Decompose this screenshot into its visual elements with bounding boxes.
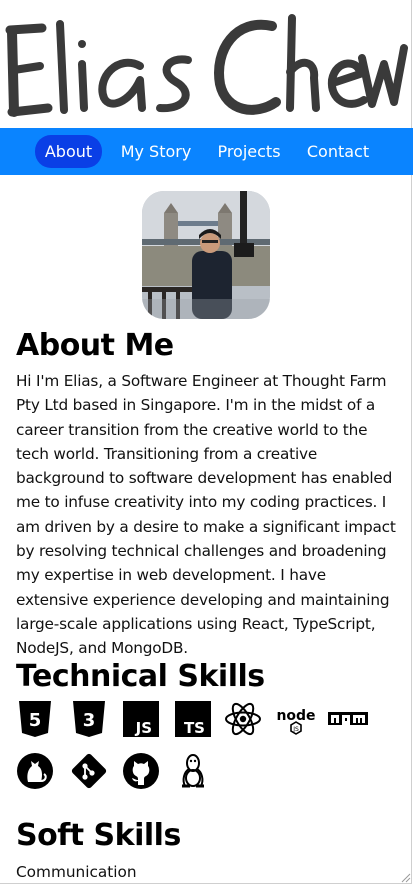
typescript-icon: TS <box>175 701 211 737</box>
nav-projects[interactable]: Projects <box>214 135 284 168</box>
linux-icon <box>182 754 204 788</box>
site-logo[interactable] <box>0 0 413 128</box>
soft-skills-heading: Soft Skills <box>16 818 181 853</box>
github-icon <box>123 753 159 789</box>
html5-icon: 5 <box>19 701 51 737</box>
nav-about[interactable]: About <box>35 135 102 168</box>
svg-text:JS: JS <box>292 726 299 733</box>
css3-icon: 3 <box>73 701 105 737</box>
nodejs-icon: node JS <box>276 708 316 735</box>
svg-text:JS: JS <box>135 719 152 737</box>
svg-text:3: 3 <box>83 710 96 731</box>
technical-skills-heading: Technical Skills <box>16 659 265 694</box>
nav-contact[interactable]: Contact <box>304 135 372 168</box>
main-nav: About My Story Projects Contact <box>0 128 413 175</box>
about-text: Hi I'm Elias, a Software Engineer at Tho… <box>16 372 396 658</box>
npm-icon <box>328 712 368 725</box>
profile-photo <box>142 191 270 319</box>
react-icon <box>225 702 261 736</box>
cat-icon <box>17 753 53 789</box>
svg-text:TS: TS <box>184 719 205 737</box>
resize-grip-icon[interactable] <box>399 871 411 883</box>
soft-skill-item: Communication <box>16 863 137 881</box>
git-icon <box>71 753 107 789</box>
about-heading: About Me <box>16 328 174 363</box>
nav-my-story[interactable]: My Story <box>119 135 193 168</box>
javascript-icon: JS <box>123 701 159 737</box>
svg-text:5: 5 <box>29 710 42 731</box>
